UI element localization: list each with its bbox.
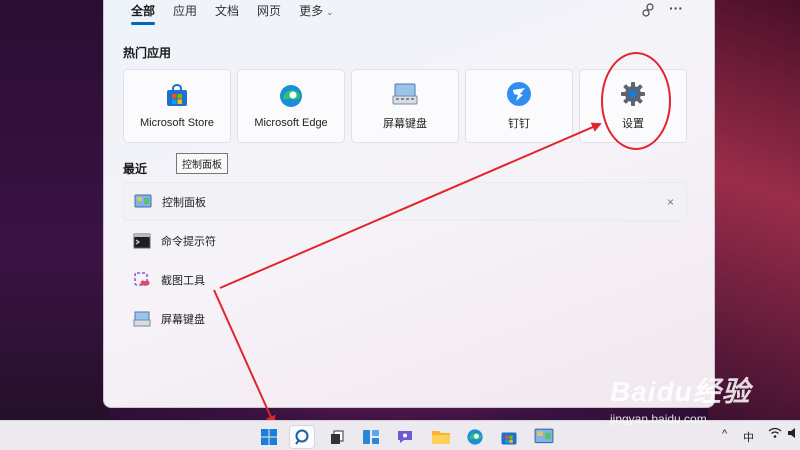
search-tabs: 全部 应用 文档 网页 更多 ⌄ xyxy=(131,3,352,25)
app-label: 屏幕键盘 xyxy=(383,118,427,130)
microsoft-store-icon xyxy=(164,83,190,109)
recent-item-label: 截图工具 xyxy=(161,274,205,287)
app-tile-on-screen-keyboard[interactable]: 屏幕键盘 xyxy=(351,69,459,143)
watermark: Baidu经验 jingyan.baidu.com xyxy=(610,370,751,426)
desktop-wallpaper-left xyxy=(0,0,110,420)
search-icon[interactable] xyxy=(289,425,315,449)
tab-web[interactable]: 网页 xyxy=(257,3,281,23)
edge-icon xyxy=(278,83,304,109)
app-tile-dingtalk[interactable]: 钉钉 xyxy=(465,69,573,143)
recent-item-control-panel[interactable]: 控制面板 × xyxy=(123,182,687,221)
wifi-icon[interactable] xyxy=(768,427,782,442)
chevron-up-icon[interactable]: ^ xyxy=(722,428,727,440)
command-prompt-icon xyxy=(133,233,151,249)
file-explorer-icon[interactable] xyxy=(428,425,454,449)
control-panel-icon xyxy=(134,194,152,210)
chevron-down-icon: ⌄ xyxy=(326,7,334,17)
on-screen-keyboard-icon xyxy=(133,311,151,327)
volume-icon[interactable] xyxy=(787,427,799,442)
app-label: 钉钉 xyxy=(508,118,530,130)
recent-item-label: 屏幕键盘 xyxy=(161,313,205,326)
recent-item-command-prompt[interactable]: 命令提示符 xyxy=(123,221,687,260)
teams-chat-icon[interactable] xyxy=(392,425,418,449)
recent-item-label: 控制面板 xyxy=(162,196,206,209)
tab-all[interactable]: 全部 xyxy=(131,3,156,25)
recent-item-snipping-tool[interactable]: 截图工具 xyxy=(123,260,687,299)
snipping-tool-icon xyxy=(133,271,151,288)
search-panel: 全部 应用 文档 网页 更多 ⌄ ··· 热门应用 Microsoft Store… xyxy=(103,0,715,408)
edge-icon[interactable] xyxy=(462,425,488,449)
desktop-wallpaper-right xyxy=(708,0,800,420)
tab-more[interactable]: 更多 ⌄ xyxy=(299,3,334,23)
app-label: Microsoft Edge xyxy=(254,117,328,129)
watermark-url: jingyan.baidu.com xyxy=(610,412,707,426)
tab-more-label: 更多 xyxy=(299,4,324,18)
on-screen-keyboard-icon xyxy=(392,81,418,107)
recent-title: 最近 xyxy=(123,162,148,176)
top-apps-title: 热门应用 xyxy=(123,46,172,60)
close-icon[interactable]: × xyxy=(667,195,674,209)
control-panel-icon[interactable] xyxy=(531,425,557,449)
microsoft-store-icon[interactable] xyxy=(496,425,522,449)
watermark-logo: Baidu经验 xyxy=(610,376,751,407)
widgets-icon[interactable] xyxy=(358,425,384,449)
app-tile-microsoft-store[interactable]: Microsoft Store xyxy=(123,69,231,143)
ellipsis-icon[interactable]: ··· xyxy=(669,0,683,16)
recent-item-label: 命令提示符 xyxy=(161,235,216,248)
recent-item-on-screen-keyboard[interactable]: 屏幕键盘 xyxy=(123,299,687,338)
recent-list: 控制面板 × 命令提示符 截图工具 屏幕键盘 xyxy=(123,182,687,338)
ime-indicator[interactable]: 中 xyxy=(743,429,754,445)
app-label: Microsoft Store xyxy=(140,117,214,129)
tab-apps[interactable]: 应用 xyxy=(173,3,197,23)
dingtalk-icon xyxy=(506,81,532,107)
tooltip: 控制面板 xyxy=(176,153,228,174)
windows-start-icon[interactable] xyxy=(256,425,282,449)
annotation-circle xyxy=(601,52,671,150)
tab-documents[interactable]: 文档 xyxy=(215,3,239,23)
task-view-icon[interactable] xyxy=(324,425,350,449)
app-tile-microsoft-edge[interactable]: Microsoft Edge xyxy=(237,69,345,143)
people-icon[interactable] xyxy=(641,2,657,21)
